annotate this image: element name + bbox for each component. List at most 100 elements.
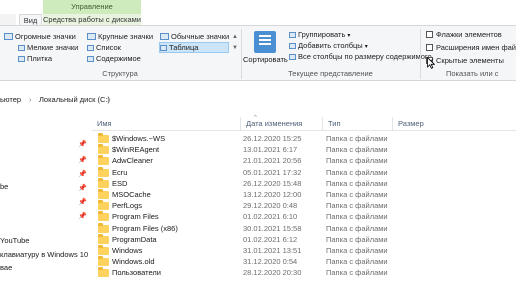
table-row[interactable]: AdwCleaner 21.01.2021 20:56 Папка с файлам…: [92, 155, 516, 166]
pin-icon[interactable]: 📌: [78, 212, 87, 220]
hidden-items-label: Скрытые элементы: [436, 56, 504, 65]
nav-item[interactable]: клавиатуру в Windows 10: [0, 249, 90, 261]
view-tiles[interactable]: Плитка: [18, 54, 52, 64]
nav-item[interactable]: be: [0, 181, 90, 193]
group-by-button[interactable]: Группировать ▾: [289, 30, 350, 40]
file-date: 13.01.2021 6:17: [243, 145, 298, 155]
breadcrumb[interactable]: ьютер › Локальный диск (C:) ›: [0, 93, 516, 107]
file-date: 31.12.2020 0:54: [243, 257, 298, 267]
breadcrumb-computer[interactable]: ьютер: [0, 93, 21, 107]
table-row[interactable]: MSOCache 13.12.2020 12:00 Папка с файлами: [92, 189, 516, 200]
view-medium-icons[interactable]: Обычные значки: [160, 32, 229, 42]
file-name: Program Files: [112, 212, 159, 222]
show-hide-group-label: Показать или с: [446, 69, 499, 78]
file-list-header: ^ Имя Дата изменения Тип Размер: [92, 115, 516, 131]
table-row[interactable]: Пользователи 28.12.2020 20:30 Папка с файл…: [92, 267, 516, 278]
file-type: Папка с файлами: [326, 134, 388, 143]
medium-icons-icon: [160, 33, 169, 40]
add-columns-button[interactable]: Добавить столбцы ▾: [289, 41, 368, 51]
content-icon: [87, 56, 94, 62]
file-date: 28.12.2020 20:30: [243, 268, 302, 278]
breadcrumb-separator-icon[interactable]: ›: [107, 93, 110, 107]
view-small-icons[interactable]: Мелкие значки: [18, 43, 78, 53]
view-list[interactable]: Список: [87, 43, 121, 53]
file-name: AdwCleaner: [112, 156, 153, 166]
column-header-size[interactable]: Размер: [392, 117, 452, 131]
view-content-label: Содержимое: [96, 54, 141, 63]
file-date: 26.12.2020 15:48: [243, 178, 302, 188]
file-name: $Windows.~WS: [112, 134, 166, 143]
table-row[interactable]: Program Files (x86) 30.01.2021 15:58 Папка…: [92, 222, 516, 234]
view-large-icons[interactable]: Крупные значки: [87, 32, 153, 42]
file-type: Папка с файлами: [326, 178, 388, 188]
folder-icon: [98, 200, 109, 211]
tiles-icon: [18, 56, 25, 62]
pin-icon[interactable]: 📌: [78, 198, 87, 206]
folder-icon: [98, 233, 109, 244]
table-row[interactable]: ESD 26.12.2020 15:48 Папка с файлами: [92, 177, 516, 189]
item-checkboxes-checkbox[interactable]: [426, 31, 433, 38]
gallery-scroll-down-icon[interactable]: ▼: [232, 43, 238, 53]
file-name: Ecru: [112, 167, 128, 177]
file-type: Папка с файлами: [326, 246, 388, 255]
item-checkboxes-toggle[interactable]: Флажки элементов: [426, 30, 502, 40]
file-name: PerfLogs: [112, 201, 143, 211]
table-row[interactable]: Program Files 01.02.2021 6:10 Папка с файл…: [92, 211, 516, 222]
file-name: Windows: [112, 246, 143, 255]
file-date: 01.02.2021 6:12: [243, 234, 298, 244]
view-details[interactable]: Таблица: [159, 42, 229, 53]
breadcrumb-local-disk[interactable]: Локальный диск (C:): [39, 93, 110, 107]
file-date: 30.01.2021 15:58: [243, 223, 302, 233]
view-huge-icons[interactable]: Огромные значки: [4, 32, 76, 42]
folder-icon: [98, 245, 109, 255]
file-type: Папка с файлами: [326, 234, 388, 244]
view-content[interactable]: Содержимое: [87, 54, 141, 64]
sort-icon: [254, 31, 276, 53]
file-date: 05.01.2021 17:32: [243, 167, 302, 177]
pin-icon[interactable]: 📌: [78, 156, 87, 164]
pin-icon[interactable]: 📌: [78, 170, 87, 178]
table-row[interactable]: Ecru 05.01.2021 17:32 Папка с файлами: [92, 166, 516, 178]
folder-icon: [98, 177, 109, 188]
table-row[interactable]: ProgramData 01.02.2021 6:12 Папка с файлам…: [92, 233, 516, 245]
hidden-items-toggle[interactable]: Скрытые элементы: [426, 56, 504, 66]
group-by-icon: [289, 32, 296, 38]
file-name: Windows.old: [112, 257, 155, 267]
file-name: Program Files (x86): [112, 223, 178, 233]
file-type: Папка с файлами: [326, 145, 388, 155]
column-header-date[interactable]: Дата изменения: [240, 117, 322, 131]
folder-icon: [98, 133, 109, 143]
item-checkboxes-label: Флажки элементов: [436, 30, 502, 39]
file-extensions-toggle[interactable]: Расширения имен файло: [426, 43, 516, 53]
details-icon: [160, 45, 167, 51]
breadcrumb-separator-icon[interactable]: ›: [29, 93, 32, 107]
file-type: Папка с файлами: [326, 167, 388, 177]
folder-icon: [98, 256, 109, 267]
ribbon: Огромные значки Крупные значки Обычные з…: [0, 25, 516, 81]
file-date: 29.12.2020 0:48: [243, 201, 298, 211]
column-header-type[interactable]: Тип: [322, 117, 392, 131]
gallery-scroll-up-icon[interactable]: ▲: [232, 32, 238, 42]
file-extensions-checkbox[interactable]: [426, 44, 433, 51]
huge-icons-icon: [4, 33, 13, 40]
fit-columns-button[interactable]: Все столбцы по размеру содержимого: [289, 52, 432, 62]
column-header-name[interactable]: Имя: [92, 117, 240, 131]
file-name: ProgramData: [112, 234, 157, 244]
file-name: Пользователи: [112, 268, 161, 278]
group-by-label: Группировать: [298, 30, 346, 39]
view-details-label: Таблица: [169, 43, 199, 52]
nav-item-youtube[interactable]: YouTube: [0, 235, 90, 247]
table-row[interactable]: PerfLogs 29.12.2020 0:48 Папка с файлами: [92, 200, 516, 211]
table-row[interactable]: $WinREAgent 13.01.2021 6:17 Папка с файлам…: [92, 144, 516, 155]
table-row[interactable]: $Windows.~WS 26.12.2020 15:25 Папка с файл…: [92, 133, 516, 144]
sort-button[interactable]: Сортировать: [243, 29, 288, 69]
small-icons-icon: [18, 45, 25, 51]
sort-label: Сортировать: [243, 55, 288, 64]
table-row[interactable]: Windows.old 31.12.2020 0:54 Папка с файлам…: [92, 256, 516, 267]
mouse-cursor-icon: [427, 57, 435, 69]
nav-item[interactable]: вае: [0, 262, 90, 274]
table-row[interactable]: Windows 31.01.2021 13:51 Папка с файлами: [92, 245, 516, 256]
pin-icon[interactable]: 📌: [78, 140, 87, 148]
file-extensions-label: Расширения имен файло: [436, 43, 516, 52]
large-icons-icon: [87, 33, 96, 40]
